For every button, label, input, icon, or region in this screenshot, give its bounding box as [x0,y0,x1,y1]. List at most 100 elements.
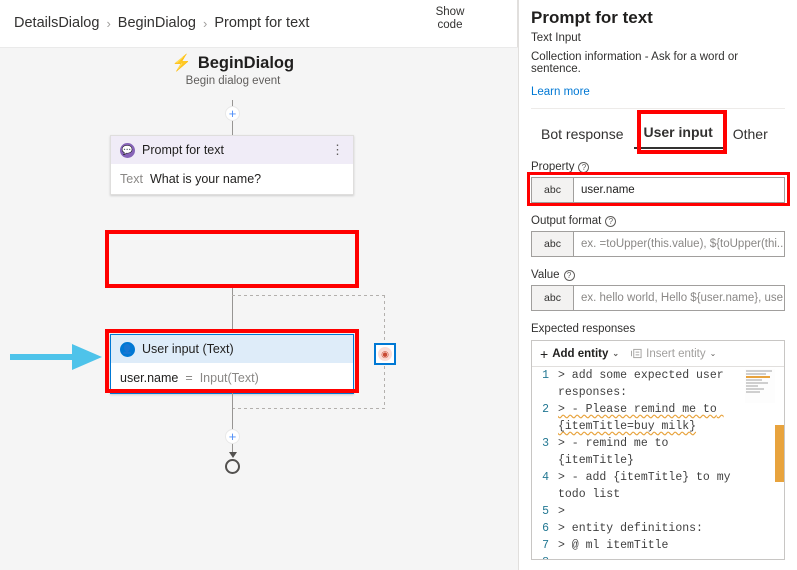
add-entity-label: Add entity [552,347,609,360]
line-text: > entity definitions: [558,522,703,535]
panel-description: Collection information - Ask for a word … [531,51,739,75]
line-text: > - add {itemTitle} to my todo list [558,471,738,501]
code-line: 8 [532,554,784,559]
line-text: > @ ml itemTitle [558,539,669,552]
insert-entity-icon [631,348,642,359]
end-node[interactable] [225,459,240,474]
node-title: User input (Text) [142,342,234,356]
panel-divider [531,108,785,109]
tab-other[interactable]: Other [723,120,778,149]
output-format-input[interactable]: abc ex. =toUpper(this.value), ${toUpper(… [531,231,785,257]
breadcrumb: DetailsDialog › BeginDialog › Prompt for… [0,0,518,47]
trigger-title: BeginDialog [197,53,295,72]
code-line: 7 > @ ml itemTitle [532,537,784,554]
node-body: user.name = Input(Text) [111,363,353,393]
line-text: > [558,505,565,518]
node-user-input[interactable]: 👤 User input (Text) user.name = Input(Te… [110,334,354,394]
value-input[interactable]: abc ex. hello world, Hello ${user.name},… [531,285,785,311]
value-label-text: Value [531,269,560,281]
add-node-button-top[interactable]: + [225,106,240,121]
abc-prefix-icon: abc [532,232,574,256]
help-icon[interactable]: ? [563,269,575,281]
show-code-label-line2: code [437,19,463,31]
chevron-down-icon: ⌄ [612,349,620,358]
cyan-annotation-arrow [10,344,102,370]
panel-subtitle: Text Input [531,32,581,44]
node-title: Prompt for text [142,143,224,157]
loop-target-button[interactable]: ◉ [374,343,396,365]
code-line: 6 > entity definitions: [532,520,784,537]
tab-user-input[interactable]: User input [633,118,723,149]
tab-bot-response[interactable]: Bot response [531,120,634,149]
chevron-down-icon: ⌄ [709,349,717,358]
line-text: > - Please remind me to {itemTitle=buy m… [558,403,724,433]
line-text: > add some expected user responses: [558,369,731,399]
breadcrumb-item-2[interactable]: Prompt for text [214,15,309,31]
trigger-subtitle: Begin dialog event [185,75,281,87]
panel-title: Prompt for text [531,8,653,27]
line-text: > - remind me to {itemTitle} [558,437,676,467]
breadcrumb-item-0[interactable]: DetailsDialog [14,15,99,31]
plus-icon: + [540,345,549,362]
person-icon: 👤 [120,341,135,357]
property-input-value[interactable]: user.name [574,178,784,202]
output-format-label-text: Output format [531,215,602,227]
line-number: 4 [542,471,549,484]
lightning-bolt-icon: ⚡ [171,55,192,72]
node-field-value: What is your name? [149,172,262,186]
loop-edge-horizontal-bottom [232,408,385,409]
code-line: 5 > [532,503,784,520]
node-body: Text What is your name? [111,164,353,194]
value-field-label: Value ? [531,269,785,281]
show-code-label-line1: Show [435,6,465,18]
node-header: 👤 User input (Text) [111,335,353,363]
loop-edge-vertical-bottom [384,366,385,408]
node-field-label: user.name [120,371,179,385]
help-icon[interactable]: ? [605,215,617,227]
abc-prefix-icon: abc [532,286,574,310]
insert-entity-label: Insert entity [646,347,706,360]
line-number: 6 [542,522,549,535]
edge-userinput-to-end [232,393,233,453]
line-number: 8 [532,554,558,559]
breadcrumb-separator: › [202,15,208,31]
show-code-button[interactable]: Show code [428,6,472,32]
add-entity-button[interactable]: + Add entity ⌄ [540,346,619,362]
property-panel: Prompt for text Text Input Collection in… [518,0,797,570]
expected-responses-label: Expected responses [531,323,636,335]
node-prompt-for-text[interactable]: 💬 Prompt for text ⋮ Text What is your na… [110,135,354,195]
loop-target-icon: ◉ [378,347,392,361]
insert-entity-button[interactable]: Insert entity ⌄ [631,348,716,360]
trigger-node[interactable]: ⚡ BeginDialog Begin dialog event [0,53,466,88]
dialog-canvas-pane: DetailsDialog › BeginDialog › Prompt for… [0,0,518,570]
editor-minimap[interactable] [745,369,775,403]
node-field-label: Text [120,172,143,186]
line-number: 5 [542,505,549,518]
breadcrumb-separator: › [106,15,111,31]
trigger-title-row: ⚡ BeginDialog [172,53,294,73]
loop-edge-horizontal-top [232,295,385,296]
flow-canvas[interactable]: ⚡ BeginDialog Begin dialog event + 💬 Pro… [0,47,518,570]
breadcrumb-item-1[interactable]: BeginDialog [118,15,196,31]
edge-arrowhead [229,452,237,458]
node-field-equals: = [185,371,193,385]
help-icon[interactable]: ? [578,161,590,173]
learn-more-link[interactable]: Learn more [531,86,785,98]
property-input[interactable]: abc user.name [531,177,785,203]
value-input-value[interactable]: ex. hello world, Hello ${user.name}, use… [574,286,784,310]
code-line: 3 > - remind me to {itemTitle} [532,435,784,469]
expected-responses-editor[interactable]: + Add entity ⌄ Insert entity ⌄ 1 > add s… [531,340,785,560]
highlight-box-prompt-node [105,230,359,288]
add-node-button-bottom[interactable]: + [225,429,240,444]
application-window: DetailsDialog › BeginDialog › Prompt for… [0,0,797,570]
editor-scrollbar[interactable] [775,425,784,482]
abc-prefix-icon: abc [532,178,574,202]
line-number: 2 [542,403,549,416]
output-format-input-value[interactable]: ex. =toUpper(this.value), ${toUpper(thi.… [574,232,784,256]
code-editor-area[interactable]: 1 > add some expected user responses: 2 … [532,367,784,559]
output-format-field-label: Output format ? [531,215,785,227]
line-number: 3 [542,437,549,450]
loop-edge-vertical-top [384,295,385,340]
node-menu-button[interactable]: ⋮ [331,143,344,156]
node-field-value: Input(Text) [199,371,259,385]
